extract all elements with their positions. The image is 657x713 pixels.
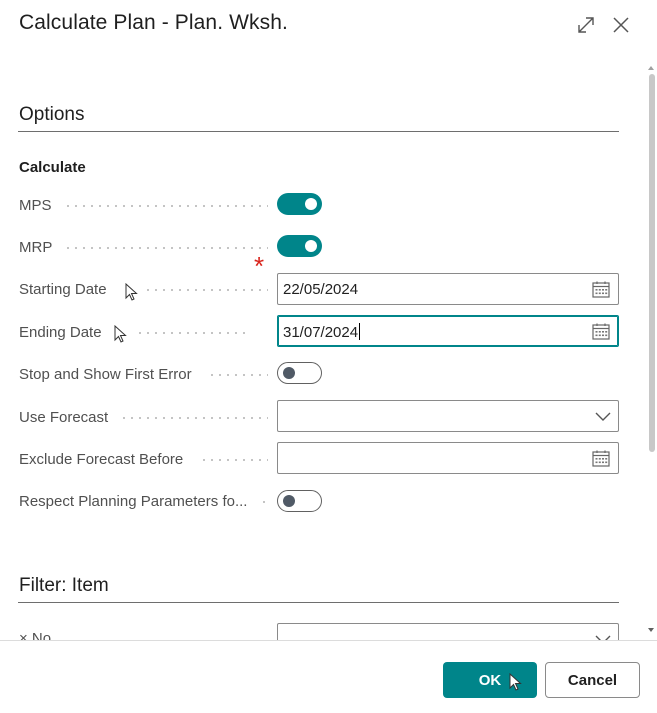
- chevron-down-icon[interactable]: [595, 410, 611, 422]
- mrp-toggle[interactable]: [277, 235, 322, 257]
- dialog-title: Calculate Plan - Plan. Wksh.: [19, 11, 288, 34]
- exclude-forecast-before-input[interactable]: [277, 442, 619, 474]
- stop-first-error-toggle[interactable]: [277, 362, 322, 384]
- starting-date-label: Starting Date: [19, 281, 107, 298]
- filter-no-input[interactable]: [277, 623, 619, 640]
- ending-date-value: 31/07/2024: [283, 323, 361, 341]
- footer-divider: [0, 640, 657, 641]
- scroll-up-arrow-icon[interactable]: [648, 66, 654, 70]
- cancel-button-label: Cancel: [567, 671, 618, 689]
- respect-planning-toggle[interactable]: [277, 490, 322, 512]
- leader-dots: [144, 289, 268, 291]
- leader-dots: [208, 374, 268, 376]
- leader-dots: [64, 247, 268, 249]
- options-section-title: Options: [19, 104, 85, 125]
- dialog-content: Options Calculate MPS MRP Starting Date …: [0, 64, 645, 640]
- ending-date-label: Ending Date: [19, 324, 102, 341]
- cancel-button[interactable]: Cancel: [545, 662, 640, 698]
- toggle-knob: [305, 240, 317, 252]
- filter-divider: [18, 602, 619, 603]
- expand-icon[interactable]: [573, 12, 599, 38]
- stop-first-error-label: Stop and Show First Error: [19, 366, 192, 383]
- use-forecast-label: Use Forecast: [19, 409, 109, 426]
- ok-button[interactable]: OK: [443, 662, 537, 698]
- required-asterisk: *: [254, 251, 265, 281]
- toggle-knob: [283, 367, 295, 379]
- filter-no-label[interactable]: × No.: [19, 630, 55, 640]
- leader-dots: [120, 417, 268, 419]
- toggle-knob: [305, 198, 317, 210]
- ok-button-label: OK: [478, 671, 502, 689]
- options-divider: [18, 131, 619, 132]
- leader-dots: [200, 459, 268, 461]
- leader-dots: [260, 501, 268, 503]
- mrp-label: MRP: [19, 239, 53, 256]
- close-icon[interactable]: [608, 12, 634, 38]
- calendar-icon[interactable]: [592, 323, 610, 340]
- mouse-pointer-icon: [509, 673, 522, 691]
- scroll-thumb[interactable]: [649, 74, 655, 452]
- mouse-pointer-icon: [125, 283, 138, 301]
- calculate-group-title: Calculate: [19, 159, 86, 176]
- mps-label: MPS: [19, 197, 52, 214]
- chevron-down-icon[interactable]: [595, 633, 611, 640]
- toggle-knob: [283, 495, 295, 507]
- exclude-forecast-before-label: Exclude Forecast Before: [19, 451, 184, 468]
- leader-dots: [64, 205, 268, 207]
- ending-date-input[interactable]: 31/07/2024: [277, 315, 619, 347]
- calendar-icon[interactable]: [592, 450, 610, 467]
- leader-dots: [136, 332, 248, 334]
- mps-toggle[interactable]: [277, 193, 322, 215]
- scroll-down-arrow-icon[interactable]: [648, 628, 654, 632]
- use-forecast-select[interactable]: [277, 400, 619, 432]
- starting-date-value: 22/05/2024: [283, 281, 359, 298]
- respect-planning-label: Respect Planning Parameters fo...: [19, 493, 248, 510]
- calendar-icon[interactable]: [592, 281, 610, 298]
- vertical-scrollbar[interactable]: [646, 64, 657, 640]
- filter-item-section-title: Filter: Item: [19, 575, 109, 596]
- starting-date-input[interactable]: 22/05/2024: [277, 273, 619, 305]
- mouse-pointer-icon: [114, 325, 127, 343]
